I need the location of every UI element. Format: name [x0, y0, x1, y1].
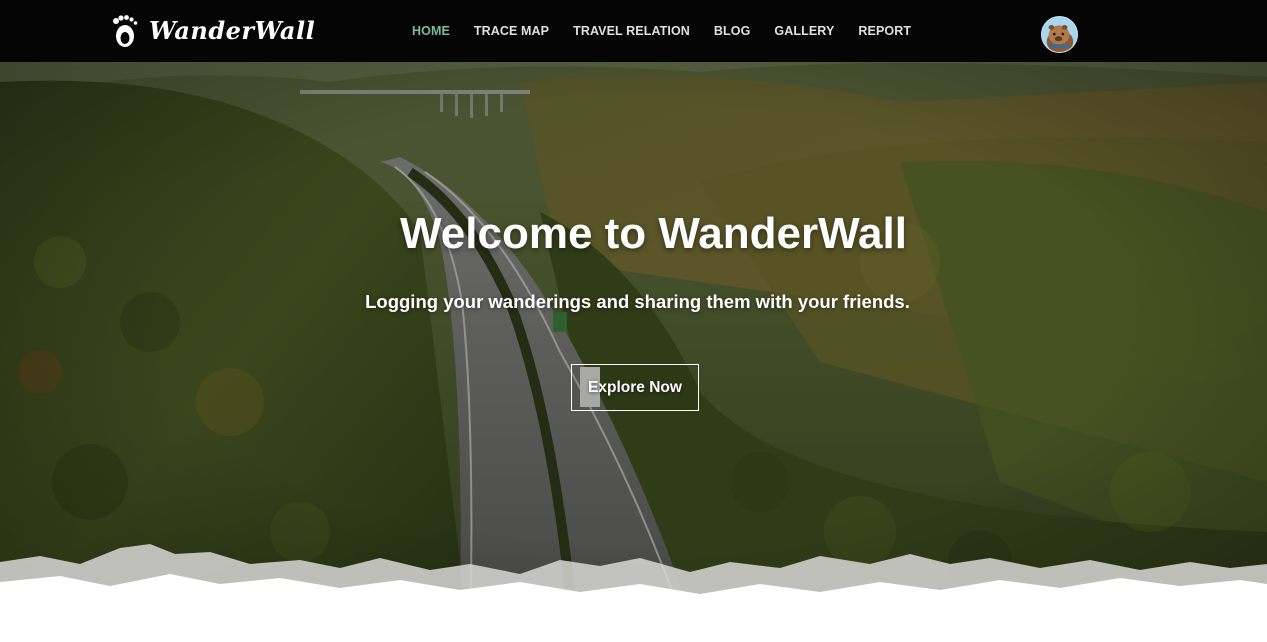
- hero-title: Welcome to WanderWall: [400, 209, 907, 258]
- nav-home[interactable]: HOME: [412, 24, 450, 38]
- hero-section: Welcome to WanderWall Logging your wande…: [0, 62, 1267, 642]
- explore-now-button[interactable]: Explore Now: [571, 364, 699, 411]
- hero-subtitle: Logging your wanderings and sharing them…: [365, 291, 910, 312]
- brand-logo[interactable]: WanderWall: [111, 13, 315, 49]
- nav-travel-relation[interactable]: TRAVEL RELATION: [573, 24, 690, 38]
- footprints-icon: [113, 15, 138, 47]
- nav-trace-map[interactable]: TRACE MAP: [474, 24, 549, 38]
- top-navigation-bar: WanderWall HOME TRACE MAP TRAVEL RELATIO…: [0, 0, 1267, 62]
- torn-paper-divider: [0, 544, 1267, 642]
- nav-report[interactable]: REPORT: [858, 24, 911, 38]
- nav-blog[interactable]: BLOG: [714, 24, 751, 38]
- brand-name: WanderWall: [149, 16, 316, 45]
- main-nav: HOME TRACE MAP TRAVEL RELATION BLOG GALL…: [412, 0, 935, 62]
- user-avatar[interactable]: [1041, 16, 1078, 53]
- nav-gallery[interactable]: GALLERY: [774, 24, 834, 38]
- capybara-avatar-icon: [1042, 17, 1077, 52]
